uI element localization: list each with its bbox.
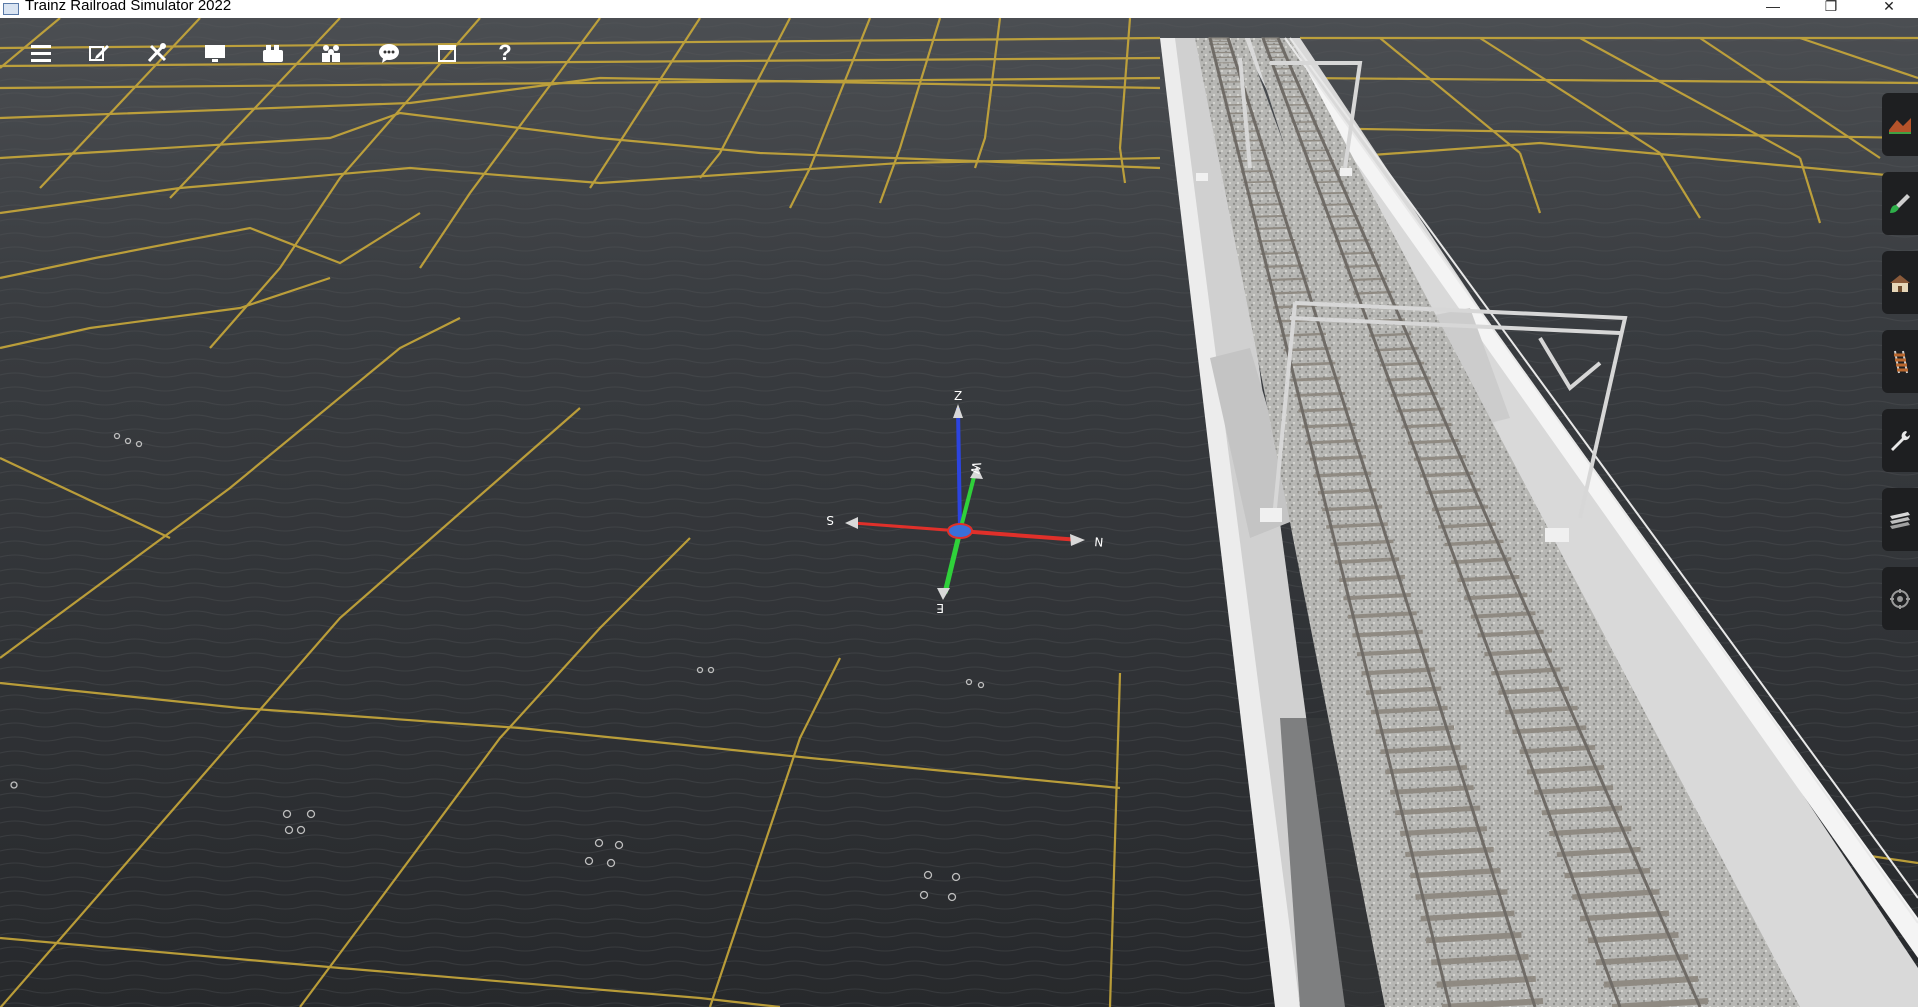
track-sleeper bbox=[1330, 226, 1365, 230]
camera-icon bbox=[263, 45, 283, 62]
track-sleeper bbox=[1228, 121, 1257, 124]
people-icon bbox=[322, 45, 340, 62]
palette-tab-terrain[interactable] bbox=[1882, 93, 1918, 156]
track-sleeper bbox=[1238, 159, 1270, 162]
minimize-button[interactable]: — bbox=[1744, 0, 1802, 15]
tools-button[interactable] bbox=[128, 38, 186, 68]
camera-button[interactable] bbox=[244, 38, 302, 68]
track-sleeper bbox=[1263, 264, 1304, 268]
track-sleeper bbox=[1266, 277, 1308, 282]
windows-button[interactable] bbox=[418, 38, 476, 68]
gizmo-label-up: Z bbox=[954, 389, 962, 403]
edit-button[interactable] bbox=[70, 38, 128, 68]
house-icon bbox=[1890, 274, 1910, 292]
chat-button[interactable] bbox=[360, 38, 418, 68]
track-sleeper bbox=[1348, 277, 1387, 282]
track-sleeper bbox=[1243, 180, 1277, 184]
restore-button[interactable]: ❐ bbox=[1802, 0, 1860, 15]
track-sleeper bbox=[1235, 149, 1267, 152]
track-sleeper bbox=[1353, 290, 1393, 295]
layers-icon bbox=[1890, 511, 1910, 529]
palette-tab-track[interactable] bbox=[1882, 330, 1918, 393]
track-sleeper bbox=[1254, 226, 1292, 230]
palette-tab-paint[interactable] bbox=[1882, 172, 1918, 235]
pencil-icon bbox=[89, 45, 109, 61]
palette-tab-layers[interactable] bbox=[1882, 488, 1918, 551]
gizmo-label-south: S bbox=[826, 513, 834, 527]
track-sleeper bbox=[1339, 251, 1376, 255]
main-toolbar: ? bbox=[12, 38, 534, 68]
gizmo-label-east: E bbox=[936, 601, 944, 615]
track-sleeper bbox=[1334, 239, 1370, 243]
help-icon: ? bbox=[498, 40, 512, 65]
track-sleeper bbox=[1344, 264, 1381, 268]
help-button[interactable]: ? bbox=[476, 38, 534, 68]
window-icon bbox=[438, 45, 456, 62]
app-icon bbox=[3, 3, 19, 15]
track-sleeper bbox=[1326, 214, 1359, 218]
hamburger-menu-button[interactable] bbox=[12, 38, 70, 68]
display-button[interactable] bbox=[186, 38, 244, 68]
window-title: Trainz Railroad Simulator 2022 bbox=[25, 0, 232, 14]
palette-tab-settings[interactable] bbox=[1882, 567, 1918, 630]
palette-tab-objects[interactable] bbox=[1882, 251, 1918, 314]
track-sleeper bbox=[1245, 191, 1280, 195]
monitor-icon bbox=[205, 45, 225, 62]
track-sleeper bbox=[1321, 203, 1354, 207]
track-sleeper bbox=[1248, 203, 1284, 207]
gizmo-label-north: N bbox=[1094, 535, 1104, 550]
drivers-button[interactable] bbox=[302, 38, 360, 68]
terrain-icon bbox=[1889, 117, 1911, 134]
window-title-bar: Trainz Railroad Simulator 2022 — ❐ ✕ bbox=[0, 0, 1918, 18]
palette-tab-tools[interactable] bbox=[1882, 409, 1918, 472]
track-sleeper bbox=[1240, 169, 1273, 173]
chat-icon bbox=[379, 44, 399, 63]
track-sleeper bbox=[1269, 290, 1313, 295]
track-sleeper bbox=[1260, 251, 1300, 255]
track-sleeper bbox=[1257, 239, 1296, 243]
scene-canvas: Z N S E W bbox=[0, 18, 1918, 1007]
tool-palette bbox=[1882, 93, 1918, 630]
paint-brush-icon bbox=[1890, 193, 1910, 213]
tools-icon bbox=[147, 43, 167, 63]
hamburger-icon bbox=[31, 45, 51, 62]
3d-viewport[interactable]: Z N S E W ? bbox=[0, 18, 1918, 1007]
track-sleeper bbox=[1251, 214, 1288, 218]
close-button[interactable]: ✕ bbox=[1860, 0, 1918, 15]
track-icon bbox=[1894, 350, 1908, 373]
wrench-icon bbox=[1891, 430, 1911, 451]
gear-icon bbox=[1890, 588, 1910, 609]
